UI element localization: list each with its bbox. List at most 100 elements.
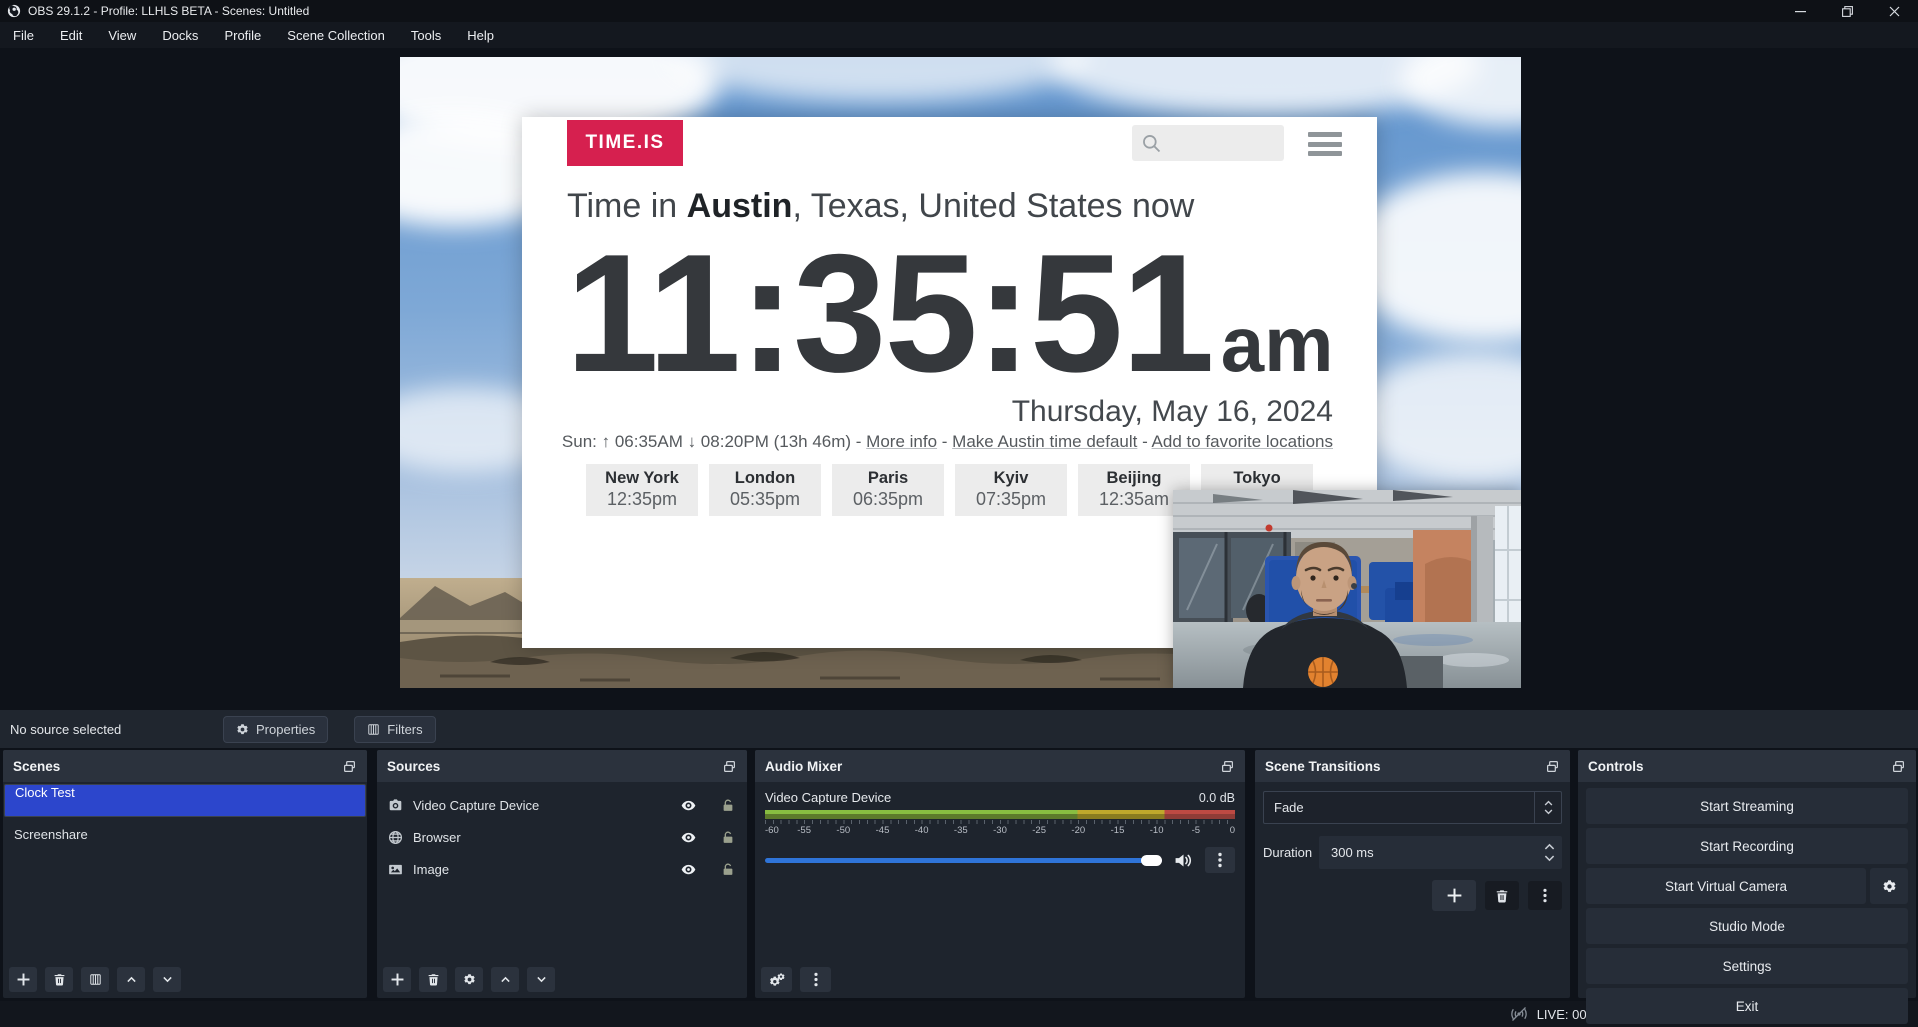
spin-up-button[interactable]: [1544, 843, 1555, 850]
make-default-link: Make Austin time default: [952, 432, 1137, 451]
stream-inactive-icon: [1509, 1006, 1529, 1022]
start-streaming-button[interactable]: Start Streaming: [1586, 788, 1908, 824]
remove-transition-button[interactable]: [1485, 881, 1519, 910]
transition-options-button[interactable]: [1528, 881, 1562, 910]
filters-button[interactable]: Filters: [354, 716, 435, 743]
move-source-up-button[interactable]: [491, 967, 519, 992]
add-transition-button[interactable]: [1432, 880, 1476, 911]
cloud: [1355, 352, 1521, 482]
db-tick-label: -55: [797, 825, 811, 836]
volume-meter: [765, 810, 1235, 819]
city-time-card: New York 12:35pm: [586, 464, 698, 516]
mixer-panel-header[interactable]: Audio Mixer: [755, 750, 1245, 782]
source-label: Video Capture Device: [413, 798, 539, 813]
close-button[interactable]: [1871, 0, 1918, 22]
unlock-icon[interactable]: [721, 798, 735, 813]
menu-scene-collection[interactable]: Scene Collection: [274, 22, 398, 48]
duration-spinbox[interactable]: 300 ms: [1319, 836, 1562, 869]
db-tick-label: -35: [954, 825, 968, 836]
transition-select[interactable]: Fade: [1263, 791, 1562, 824]
start-virtual-camera-button[interactable]: Start Virtual Camera: [1586, 868, 1866, 904]
move-scene-down-button[interactable]: [153, 967, 181, 992]
scenes-panel-header[interactable]: Scenes: [3, 750, 367, 782]
scenes-panel-title: Scenes: [13, 759, 60, 774]
db-tick-label: 0: [1230, 825, 1235, 836]
audio-mixer-panel: Audio Mixer Video Capture Device 0.0 dB …: [755, 750, 1245, 998]
virtual-camera-settings-button[interactable]: [1870, 868, 1908, 904]
source-label: Image: [413, 862, 449, 877]
city-time: 07:35pm: [976, 489, 1046, 510]
minimize-button[interactable]: [1777, 0, 1824, 22]
volume-slider[interactable]: [765, 858, 1162, 863]
select-spinner-icons: [1534, 792, 1561, 823]
unlock-icon[interactable]: [721, 862, 735, 877]
source-item-browser[interactable]: Browser: [377, 822, 747, 852]
city-time-card: Kyiv 07:35pm: [955, 464, 1067, 516]
visibility-eye-icon[interactable]: [680, 862, 697, 877]
menu-profile[interactable]: Profile: [211, 22, 274, 48]
mixer-options-button[interactable]: [800, 967, 831, 992]
city-name: Paris: [868, 469, 908, 488]
move-scene-up-button[interactable]: [117, 967, 145, 992]
source-item-image[interactable]: Image: [377, 854, 747, 884]
add-scene-button[interactable]: [9, 967, 37, 992]
cloud: [1400, 57, 1521, 127]
timeis-clock: 11:35:51am: [522, 236, 1377, 391]
scene-item-screenshare[interactable]: Screenshare: [4, 819, 366, 849]
city-name: New York: [605, 469, 679, 488]
menu-tools[interactable]: Tools: [398, 22, 454, 48]
db-tick-label: -10: [1150, 825, 1164, 836]
settings-button[interactable]: Settings: [1586, 948, 1908, 984]
speaker-mute-icon[interactable]: [1174, 852, 1193, 869]
image-icon: [388, 862, 403, 877]
source-properties-button[interactable]: [455, 967, 483, 992]
clock-meridiem: am: [1221, 300, 1334, 388]
menu-file[interactable]: File: [0, 22, 47, 48]
window-titlebar[interactable]: OBS 29.1.2 - Profile: LLHLS BETA - Scene…: [0, 0, 1918, 22]
more-info-link: More info: [866, 432, 937, 451]
source-item-video-capture[interactable]: Video Capture Device: [377, 790, 747, 820]
volume-slider-handle[interactable]: [1141, 855, 1162, 866]
studio-mode-button[interactable]: Studio Mode: [1586, 908, 1908, 944]
sources-panel: Sources Video Capture Device Browser: [377, 750, 747, 998]
menu-edit[interactable]: Edit: [47, 22, 95, 48]
source-label: Browser: [413, 830, 461, 845]
spin-down-button[interactable]: [1544, 855, 1555, 862]
controls-panel-title: Controls: [1588, 759, 1644, 774]
menu-help[interactable]: Help: [454, 22, 507, 48]
city-time: 06:35pm: [853, 489, 923, 510]
advanced-audio-button[interactable]: [761, 967, 792, 992]
move-source-down-button[interactable]: [527, 967, 555, 992]
webcam-overlay-source[interactable]: [1173, 490, 1521, 688]
scene-item-clock-test[interactable]: Clock Test: [4, 784, 366, 817]
city-name: London: [735, 469, 795, 488]
sources-panel-header[interactable]: Sources: [377, 750, 747, 782]
scene-filters-button[interactable]: [81, 967, 109, 992]
duration-value[interactable]: 300 ms: [1319, 836, 1536, 869]
hamburger-menu-icon: [1308, 132, 1342, 161]
source-selection-status: No source selected: [10, 722, 223, 737]
remove-scene-button[interactable]: [45, 967, 73, 992]
start-recording-button[interactable]: Start Recording: [1586, 828, 1908, 864]
db-tick-label: -30: [993, 825, 1007, 836]
visibility-eye-icon[interactable]: [680, 798, 697, 813]
db-tick-label: -15: [1111, 825, 1125, 836]
db-tick-label: -40: [915, 825, 929, 836]
properties-button[interactable]: Properties: [223, 716, 328, 743]
timeis-logo: TIME.IS: [567, 120, 683, 166]
menu-view[interactable]: View: [95, 22, 149, 48]
transitions-panel-header[interactable]: Scene Transitions: [1255, 750, 1570, 782]
channel-options-button[interactable]: [1205, 847, 1235, 873]
db-tick-label: -60: [765, 825, 779, 836]
add-source-button[interactable]: [383, 967, 411, 992]
restore-button[interactable]: [1824, 0, 1871, 22]
exit-button[interactable]: Exit: [1586, 988, 1908, 1024]
preview-canvas[interactable]: TIME.IS Time in Austin, Texas, United St…: [400, 57, 1521, 688]
menu-docks[interactable]: Docks: [149, 22, 211, 48]
controls-panel-header[interactable]: Controls: [1578, 750, 1916, 782]
remove-source-button[interactable]: [419, 967, 447, 992]
menu-bar: File Edit View Docks Profile Scene Colle…: [0, 22, 1918, 48]
db-tick-label: -25: [1032, 825, 1046, 836]
unlock-icon[interactable]: [721, 830, 735, 845]
visibility-eye-icon[interactable]: [680, 830, 697, 845]
